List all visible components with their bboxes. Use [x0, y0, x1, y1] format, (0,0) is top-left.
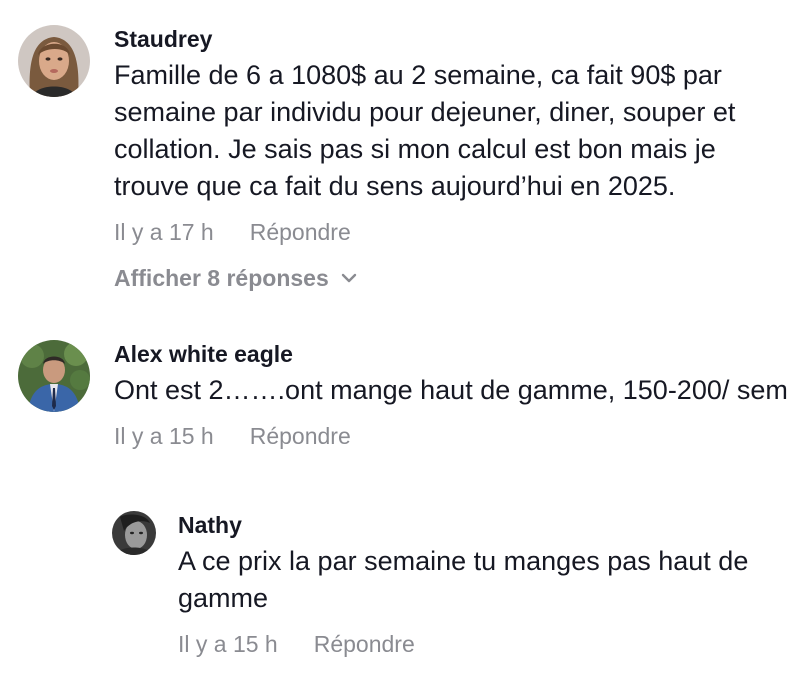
comment-username[interactable]: Staudrey — [114, 25, 774, 53]
avatar[interactable] — [18, 25, 90, 97]
comment-item: Staudrey Famille de 6 a 1080$ au 2 semai… — [18, 25, 774, 293]
comment-timestamp: Il y a 17 h — [114, 219, 214, 245]
avatar[interactable] — [112, 511, 156, 555]
comment-username[interactable]: Nathy — [178, 511, 788, 539]
show-replies-label: Afficher 8 réponses — [114, 265, 329, 291]
comment-text: A ce prix la par semaine tu manges pas h… — [178, 546, 749, 613]
comment-item: Alex white eagle Ont est 2…….ont mange h… — [18, 340, 794, 451]
reply-item: Nathy A ce prix la par semaine tu manges… — [112, 511, 788, 659]
reply-button[interactable]: Répondre — [314, 629, 415, 659]
comment-timestamp: Il y a 15 h — [114, 423, 214, 449]
reply-button[interactable]: Répondre — [250, 217, 351, 247]
chevron-down-icon — [341, 273, 357, 283]
comment-text: Famille de 6 a 1080$ au 2 semaine, ca fa… — [114, 60, 736, 201]
comment-text: Ont est 2…….ont mange haut de gamme, 150… — [114, 375, 788, 405]
show-replies-button[interactable]: Afficher 8 réponses — [114, 263, 774, 293]
reply-button[interactable]: Répondre — [250, 421, 351, 451]
comment-timestamp: Il y a 15 h — [178, 631, 278, 657]
avatar[interactable] — [18, 340, 90, 412]
comment-username[interactable]: Alex white eagle — [114, 340, 794, 368]
